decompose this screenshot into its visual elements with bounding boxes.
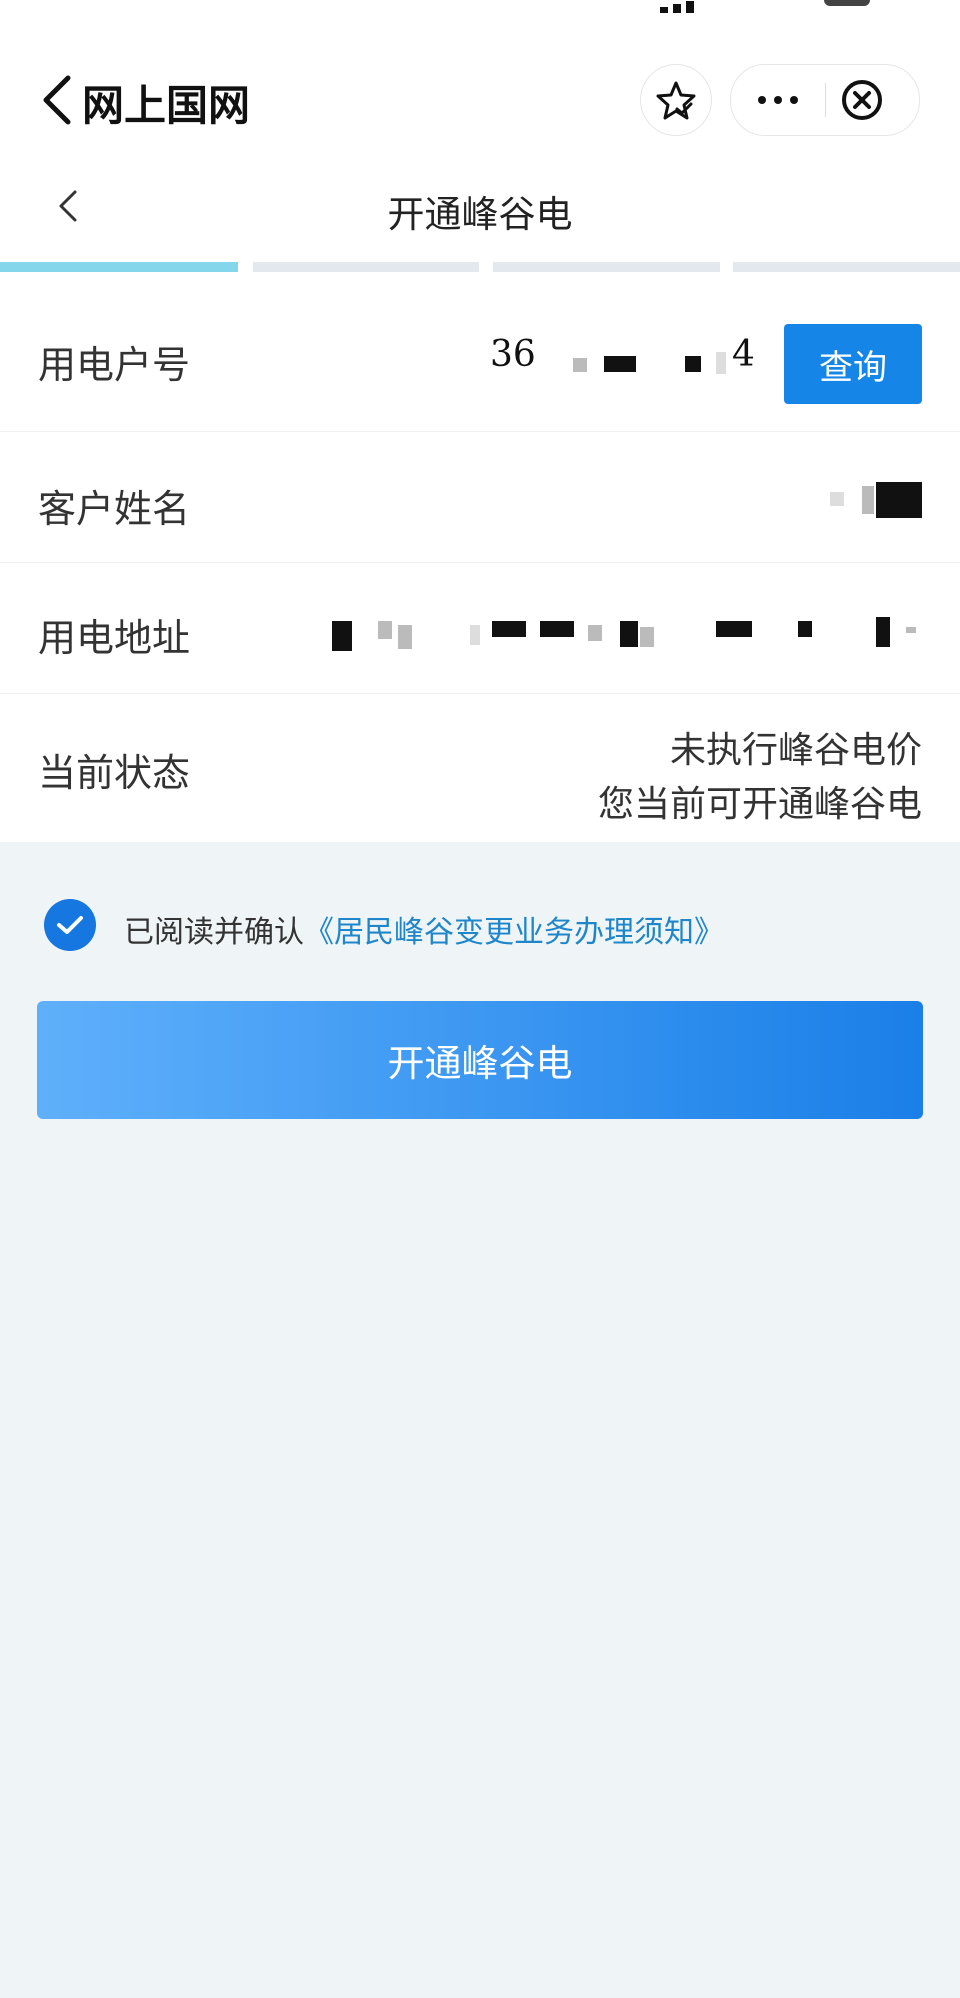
redaction [716, 621, 752, 637]
status-value: 未执行峰谷电价 您当前可开通峰谷电 [598, 724, 922, 832]
redaction [876, 482, 922, 518]
redaction [398, 625, 412, 649]
redaction [830, 492, 844, 506]
step-4 [733, 262, 960, 272]
redaction [640, 627, 654, 647]
agreement-prefix: 已阅读并确认 [124, 915, 304, 950]
redaction [862, 486, 874, 514]
step-1 [0, 262, 238, 272]
status-line-1: 未执行峰谷电价 [669, 730, 922, 771]
step-3 [493, 262, 720, 272]
redaction [332, 621, 352, 651]
redaction [378, 621, 392, 639]
address-row: 用电地址 [0, 563, 960, 694]
submit-button[interactable]: 开通峰谷电 [37, 1001, 923, 1119]
redaction [540, 621, 574, 637]
account-row: 用电户号 36 4 查询 [0, 288, 960, 432]
redaction [470, 625, 480, 645]
redaction [573, 358, 587, 372]
favorite-button[interactable] [640, 64, 712, 136]
account-value-suffix: 4 [732, 334, 755, 375]
redaction [876, 617, 890, 647]
redaction [798, 621, 812, 637]
star-icon [656, 81, 696, 120]
redaction [620, 621, 638, 647]
page-title: 开通峰谷电 [387, 193, 573, 236]
redaction [492, 621, 526, 637]
app-title: 网上国网 [82, 81, 251, 130]
capsule-divider [825, 83, 826, 117]
redaction [588, 625, 602, 641]
agreement-row: 已阅读并确认《居民峰谷变更业务办理须知》 [0, 890, 960, 960]
account-label: 用电户号 [38, 343, 191, 387]
query-button[interactable]: 查询 [784, 324, 922, 404]
address-label: 用电地址 [38, 616, 191, 660]
account-value: 36 [490, 334, 536, 375]
battery-icon [824, 0, 870, 6]
redaction [906, 627, 916, 633]
capsule-menu [730, 64, 920, 136]
redaction [604, 356, 636, 372]
agreement-text: 已阅读并确认《居民峰谷变更业务办理须知》 [124, 907, 724, 951]
agreement-checkbox[interactable] [44, 899, 96, 951]
more-icon[interactable] [731, 65, 825, 135]
status-label: 当前状态 [38, 751, 191, 795]
page-header: 开通峰谷电 [0, 150, 960, 260]
step-2 [253, 262, 479, 272]
signal-icon [660, 0, 720, 13]
name-row: 客户姓名 [0, 432, 960, 563]
status-row: 当前状态 未执行峰谷电价 您当前可开通峰谷电 [0, 694, 960, 842]
check-icon [57, 916, 83, 934]
redaction [716, 352, 726, 374]
name-label: 客户姓名 [38, 487, 191, 531]
step-progress [0, 260, 960, 272]
close-circle-icon[interactable] [841, 79, 883, 121]
back-icon[interactable] [38, 74, 78, 126]
agreement-link[interactable]: 《居民峰谷变更业务办理须知》 [304, 915, 724, 950]
status-bar [0, 0, 960, 50]
title-bar: 网上国网 [0, 50, 960, 150]
status-line-2: 您当前可开通峰谷电 [597, 784, 922, 825]
account-form: 用电户号 36 4 查询 客户姓名 用电地址 当前状态 未执行峰谷电价 您当前可… [0, 288, 960, 842]
redaction [685, 356, 701, 372]
